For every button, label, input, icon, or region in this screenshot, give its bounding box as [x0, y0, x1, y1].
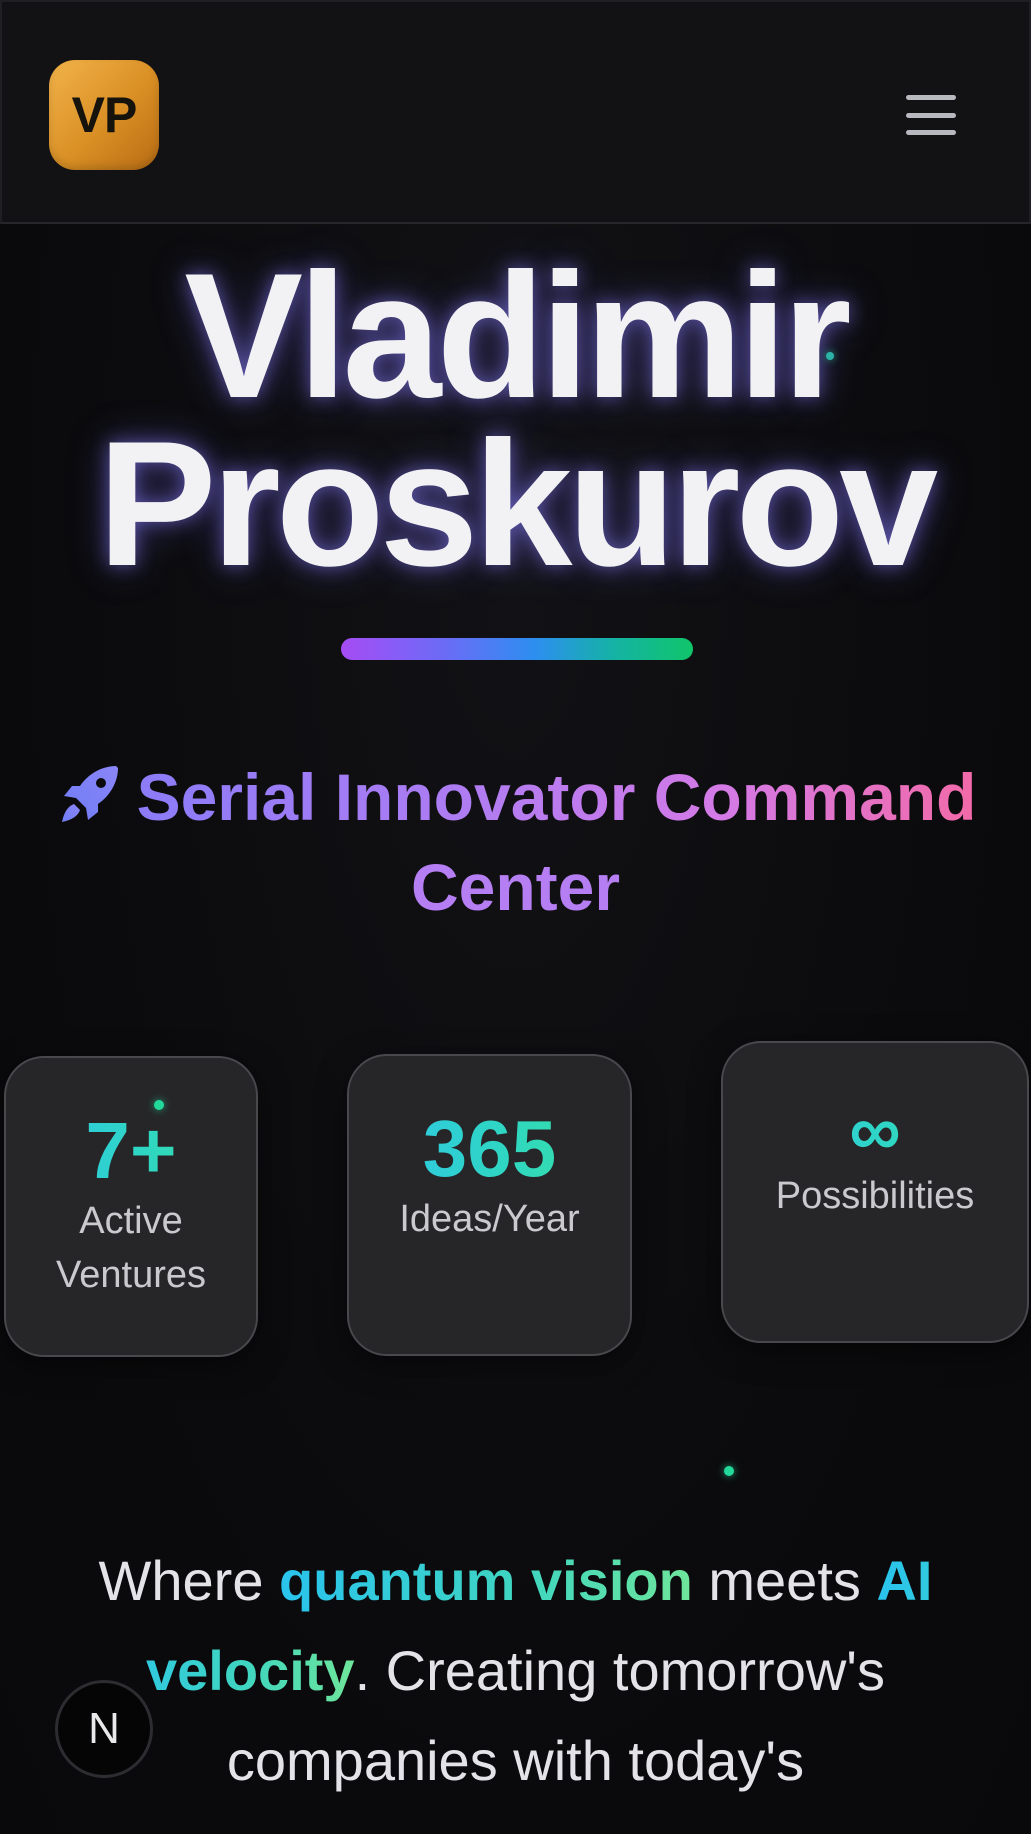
- stat-value: ∞: [723, 1093, 1027, 1169]
- subtitle: Serial Innovator Command Center: [0, 752, 1031, 932]
- stat-card-ventures[interactable]: 7+ Active Ventures: [4, 1056, 258, 1357]
- stat-label: Ideas/Year: [399, 1198, 580, 1240]
- subtitle-line1: Serial Innovator Command: [136, 760, 977, 834]
- tagline: Where quantum vision meets AI velocity. …: [70, 1536, 961, 1806]
- floating-particle: [724, 1466, 734, 1476]
- stat-value: 365: [349, 1106, 630, 1192]
- hero-name-last: Proskurov: [97, 404, 938, 603]
- stat-value: 7+: [6, 1108, 256, 1194]
- hamburger-menu-icon[interactable]: [898, 90, 964, 140]
- floating-particle: [154, 1100, 164, 1110]
- gradient-divider: [341, 638, 693, 660]
- subtitle-line2: Center: [410, 850, 621, 924]
- hero-name: Vladimir Proskurov: [0, 236, 1031, 603]
- logo-text: VP: [71, 87, 138, 143]
- tagline-text: meets: [692, 1549, 877, 1612]
- menu-bar-top: [906, 95, 956, 100]
- page: VP Vladimir Proskurov Serial Innovator C…: [0, 0, 1031, 1834]
- menu-bar-bottom: [906, 130, 956, 135]
- hero-name-first: Vladimir: [184, 236, 851, 435]
- stat-card-ideas[interactable]: 365 Ideas/Year: [347, 1054, 632, 1356]
- nextjs-logo-icon[interactable]: N: [55, 1680, 153, 1778]
- site-header: VP: [0, 0, 1031, 224]
- floating-particle: [826, 352, 834, 360]
- rocket-icon: [61, 766, 118, 822]
- tagline-highlight: quantum vision: [279, 1549, 693, 1612]
- logo-badge[interactable]: VP: [49, 60, 159, 170]
- tagline-text: Where: [98, 1549, 280, 1612]
- stat-card-possibilities[interactable]: ∞ Possibilities: [721, 1041, 1029, 1343]
- menu-bar-middle: [906, 112, 956, 118]
- stat-label: Active: [79, 1200, 183, 1242]
- dev-badge-glyph: N: [88, 1704, 120, 1753]
- stat-label: Ventures: [56, 1254, 206, 1296]
- stat-label: Possibilities: [775, 1175, 975, 1217]
